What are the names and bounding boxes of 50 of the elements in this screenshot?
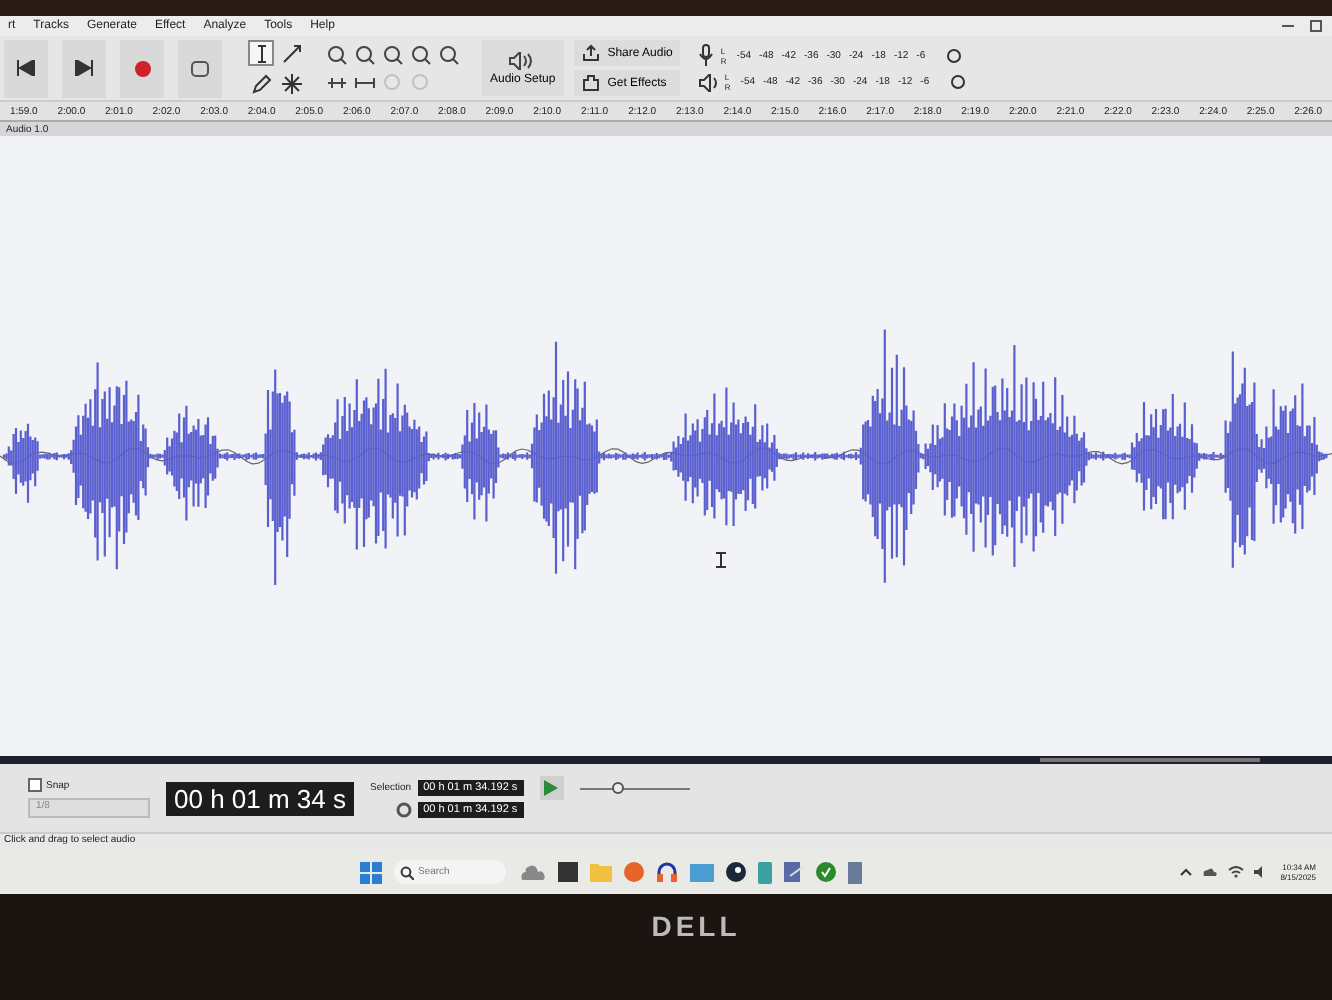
transport-button[interactable]	[62, 39, 106, 97]
zoom-icon[interactable]	[410, 43, 432, 65]
transport-button[interactable]	[120, 39, 164, 97]
record-icon	[133, 59, 151, 77]
envelope-tool-icon	[281, 43, 301, 63]
tool-button[interactable]	[248, 40, 274, 66]
maximize-icon[interactable]	[1308, 18, 1324, 34]
check-icon[interactable]	[816, 862, 836, 882]
skip-end-icon	[74, 60, 94, 76]
zoom-icon[interactable]	[438, 43, 460, 65]
cloud-icon[interactable]	[1202, 866, 1219, 878]
slider-thumb[interactable]	[611, 782, 624, 794]
zoom-icon[interactable]	[354, 43, 376, 65]
chevron-up-icon[interactable]	[1180, 868, 1193, 876]
ibeam-icon	[253, 43, 269, 63]
settings-icon[interactable]	[395, 801, 412, 817]
monitor-logo: DELL	[651, 910, 741, 942]
globe-icon[interactable]	[624, 862, 644, 882]
tool-button[interactable]	[248, 70, 274, 96]
speaker-icon	[508, 51, 537, 69]
disc-icon[interactable]	[726, 862, 746, 882]
windows-start-icon[interactable]	[360, 861, 382, 883]
loop-icon	[190, 59, 210, 77]
snap-checkbox[interactable]	[28, 778, 42, 792]
pencil-icon	[251, 73, 271, 93]
search-icon	[400, 865, 414, 879]
tool-button[interactable]	[278, 40, 304, 66]
microphone-icon[interactable]	[698, 44, 715, 66]
speaker-icon[interactable]	[698, 73, 719, 91]
play-icon	[544, 780, 559, 796]
zoom-toggle-icon[interactable]	[410, 71, 432, 93]
time-display[interactable]: 00 h 01 m 34 s	[166, 781, 354, 815]
zoom-toggle-icon[interactable]	[382, 71, 404, 93]
wifi-icon[interactable]	[1228, 866, 1245, 878]
play-speed-slider[interactable]	[579, 782, 690, 794]
play-at-speed-button[interactable]	[539, 776, 564, 800]
track-area[interactable]	[0, 136, 1332, 764]
asterisk-icon	[281, 73, 301, 93]
horizontal-scrollbar[interactable]	[1040, 758, 1260, 762]
headphones-icon[interactable]	[656, 861, 678, 883]
puzzle-icon	[581, 74, 600, 92]
tool-button[interactable]	[278, 70, 304, 96]
transport-button[interactable]	[178, 39, 222, 97]
transport-button[interactable]	[4, 39, 48, 97]
upload-icon	[581, 44, 600, 62]
zoom-icon[interactable]	[382, 43, 404, 65]
zoom-icon[interactable]	[326, 43, 348, 65]
skip-start-icon	[16, 60, 36, 76]
text-cursor-icon	[716, 552, 726, 568]
cloud-icon[interactable]	[518, 862, 546, 882]
